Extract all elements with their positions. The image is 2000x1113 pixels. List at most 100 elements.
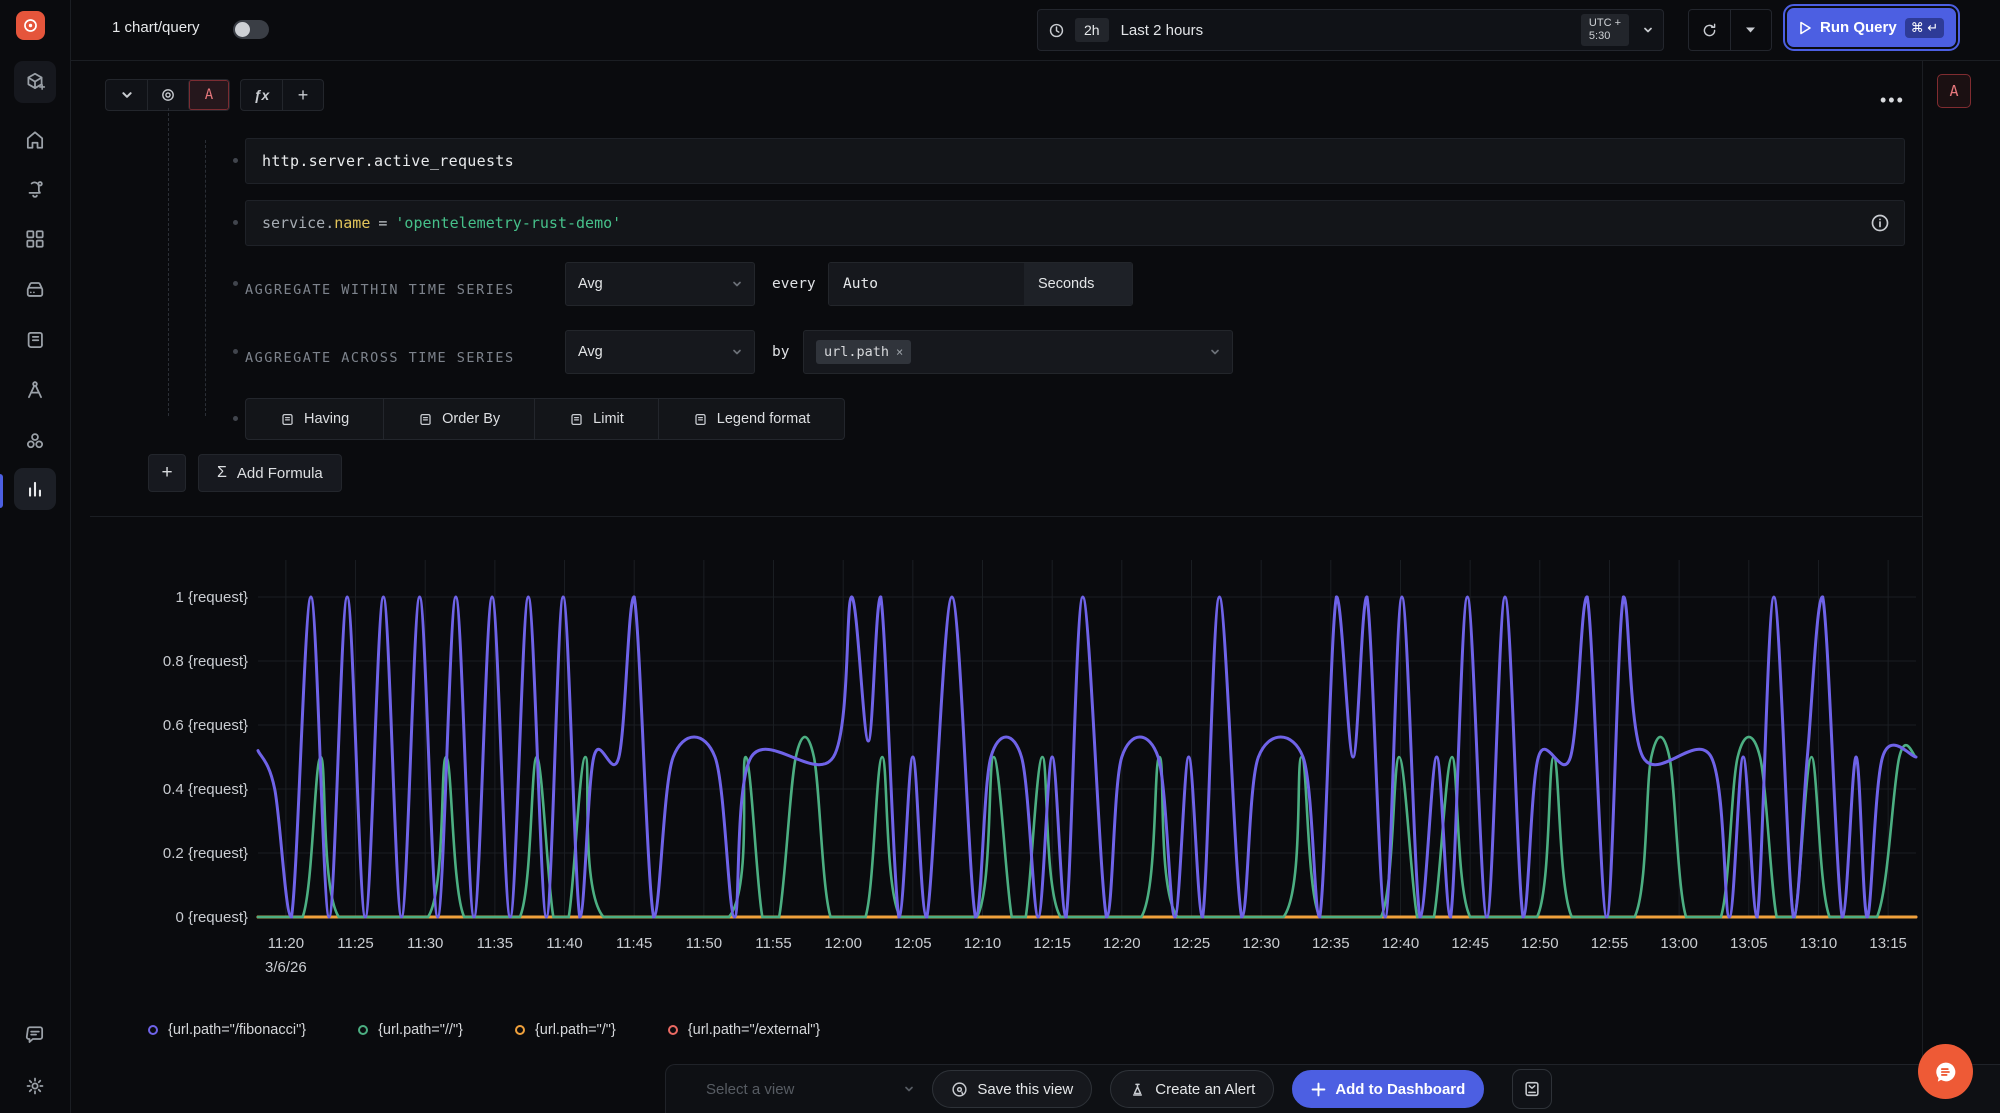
group-by-select[interactable]: url.path × [803, 330, 1233, 374]
order-by-button[interactable]: Order By [383, 399, 534, 439]
select-view-dropdown[interactable]: Select a view [706, 1081, 914, 1098]
by-label: by [772, 344, 789, 360]
limit-button[interactable]: Limit [534, 399, 658, 439]
svg-text:3/6/26: 3/6/26 [265, 959, 307, 976]
svg-text:12:45: 12:45 [1451, 935, 1489, 952]
add-query-button[interactable]: + [148, 454, 186, 492]
alerts-bell-icon[interactable] [14, 168, 56, 210]
aggregate-across-fn-select[interactable]: Avg [565, 330, 755, 374]
metrics-chart-icon[interactable] [14, 468, 56, 510]
signoz-logo[interactable] [16, 11, 45, 40]
having-label: Having [304, 411, 349, 427]
add-to-dashboard-button[interactable]: Add to Dashboard [1292, 1070, 1484, 1108]
group-by-tag-label: url.path [824, 344, 889, 360]
svg-text:12:15: 12:15 [1033, 935, 1071, 952]
legend-item[interactable]: {url.path="/fibonacci"} [148, 1022, 306, 1038]
save-view-button[interactable]: Save this view [932, 1070, 1092, 1108]
traces-compass-icon[interactable] [14, 369, 56, 411]
legend-item[interactable]: {url.path="//"} [358, 1022, 463, 1038]
dashboards-grid-icon[interactable] [14, 218, 56, 260]
refresh-interval-dropdown[interactable] [1731, 10, 1772, 50]
group-by-tag[interactable]: url.path × [816, 340, 911, 364]
services-server-icon[interactable] [14, 269, 56, 311]
legend-ring-icon [515, 1025, 525, 1035]
timeseries-chart[interactable]: 1 {request}0.8 {request}0.6 {request}0.4… [100, 560, 1930, 990]
filter-value: 'opentelemetry-rust-demo' [395, 214, 621, 232]
new-explorer-cube-plus-icon[interactable] [14, 61, 56, 103]
tree-node-dot [233, 416, 238, 421]
tree-guide-line [168, 108, 169, 416]
chart-query-toggle[interactable] [233, 20, 269, 39]
chat-feedback-icon[interactable] [14, 1014, 56, 1056]
query-more-options-icon[interactable]: ••• [1880, 90, 1905, 111]
create-alert-label: Create an Alert [1155, 1081, 1255, 1098]
add-formula-button[interactable]: Σ Add Formula [198, 454, 342, 492]
svg-text:12:25: 12:25 [1173, 935, 1211, 952]
tree-node-dot [233, 349, 238, 354]
add-function-plus-button[interactable]: + [282, 80, 323, 110]
chevron-down-icon [732, 279, 742, 289]
logs-scroll-icon[interactable] [14, 319, 56, 361]
having-button[interactable]: Having [246, 399, 383, 439]
alert-cone-icon [1129, 1081, 1146, 1098]
svg-text:0.2 {request}: 0.2 {request} [163, 845, 248, 862]
chat-bubble-icon [1932, 1058, 1960, 1086]
legend-label: {url.path="/external"} [688, 1022, 820, 1038]
select-view-placeholder: Select a view [706, 1081, 794, 1098]
settings-gear-icon[interactable] [14, 1065, 56, 1107]
legend-format-label: Legend format [717, 411, 811, 427]
query-rail: A [1922, 61, 2000, 1113]
chart-canvas[interactable]: 1 {request}0.8 {request}0.6 {request}0.4… [100, 560, 1930, 990]
svg-text:0.4 {request}: 0.4 {request} [163, 781, 248, 798]
metric-name-value: http.server.active_requests [262, 152, 514, 170]
query-tab-a[interactable]: A [188, 80, 229, 110]
legend-label: {url.path="//"} [378, 1022, 463, 1038]
toggle-visibility-eye-icon[interactable] [147, 80, 188, 110]
scroll-icon [693, 412, 708, 427]
active-nav-indicator [0, 474, 3, 508]
panel-icon [1523, 1080, 1541, 1098]
remove-tag-icon[interactable]: × [896, 345, 903, 359]
run-query-button[interactable]: Run Query ⌘ ↵ [1787, 8, 1956, 47]
collapse-query-chevron-icon[interactable] [106, 80, 147, 110]
refresh-control [1688, 9, 1772, 51]
rail-query-badge-a[interactable]: A [1937, 74, 1971, 108]
filter-info-icon[interactable] [1870, 213, 1890, 238]
save-view-label: Save this view [977, 1081, 1073, 1098]
metric-name-input[interactable]: http.server.active_requests [245, 138, 1905, 184]
interval-control: Seconds [828, 262, 1133, 306]
svg-text:0.8 {request}: 0.8 {request} [163, 653, 248, 670]
scroll-icon [569, 412, 584, 427]
top-header: 1 chart/query 2h Last 2 hours UTC +5:30 … [71, 0, 2000, 61]
interval-input[interactable] [829, 263, 1024, 305]
aggregate-across-label: AGGREGATE ACROSS TIME SERIES [245, 350, 515, 366]
legend-ring-icon [668, 1025, 678, 1035]
legend-format-button[interactable]: Legend format [658, 399, 845, 439]
query-header-controls: A [105, 79, 230, 111]
interval-unit-select[interactable]: Seconds [1024, 263, 1132, 305]
svg-text:12:05: 12:05 [894, 935, 932, 952]
svg-text:12:40: 12:40 [1382, 935, 1420, 952]
timezone-chip[interactable]: UTC +5:30 [1581, 14, 1629, 46]
create-alert-button[interactable]: Create an Alert [1110, 1070, 1274, 1108]
svg-text:1 {request}: 1 {request} [175, 589, 248, 606]
chevron-down-icon [1643, 25, 1653, 35]
explorer-footer-bar: Select a view Save this view Create an A… [665, 1064, 2000, 1113]
support-chat-fab[interactable] [1918, 1044, 1973, 1099]
panel-settings-button[interactable] [1512, 1069, 1552, 1109]
chart-legend: {url.path="/fibonacci"} {url.path="//"} {u… [148, 1022, 820, 1038]
refresh-button[interactable] [1689, 10, 1731, 50]
integrations-cluster-icon[interactable] [14, 420, 56, 462]
time-shortcut-chip[interactable]: 2h [1075, 18, 1109, 42]
aggregate-within-fn-select[interactable]: Avg [565, 262, 755, 306]
legend-item[interactable]: {url.path="/"} [515, 1022, 616, 1038]
section-divider [90, 516, 1922, 517]
function-fx-button[interactable]: ƒx [241, 80, 282, 110]
legend-item[interactable]: {url.path="/external"} [668, 1022, 820, 1038]
play-icon [1799, 21, 1812, 35]
legend-ring-icon [148, 1025, 158, 1035]
filter-expression-input[interactable]: service.name='opentelemetry-rust-demo' [245, 200, 1905, 246]
home-icon[interactable] [14, 119, 56, 161]
time-range-picker[interactable]: 2h Last 2 hours UTC +5:30 [1037, 9, 1664, 51]
run-query-label: Run Query [1820, 19, 1897, 36]
